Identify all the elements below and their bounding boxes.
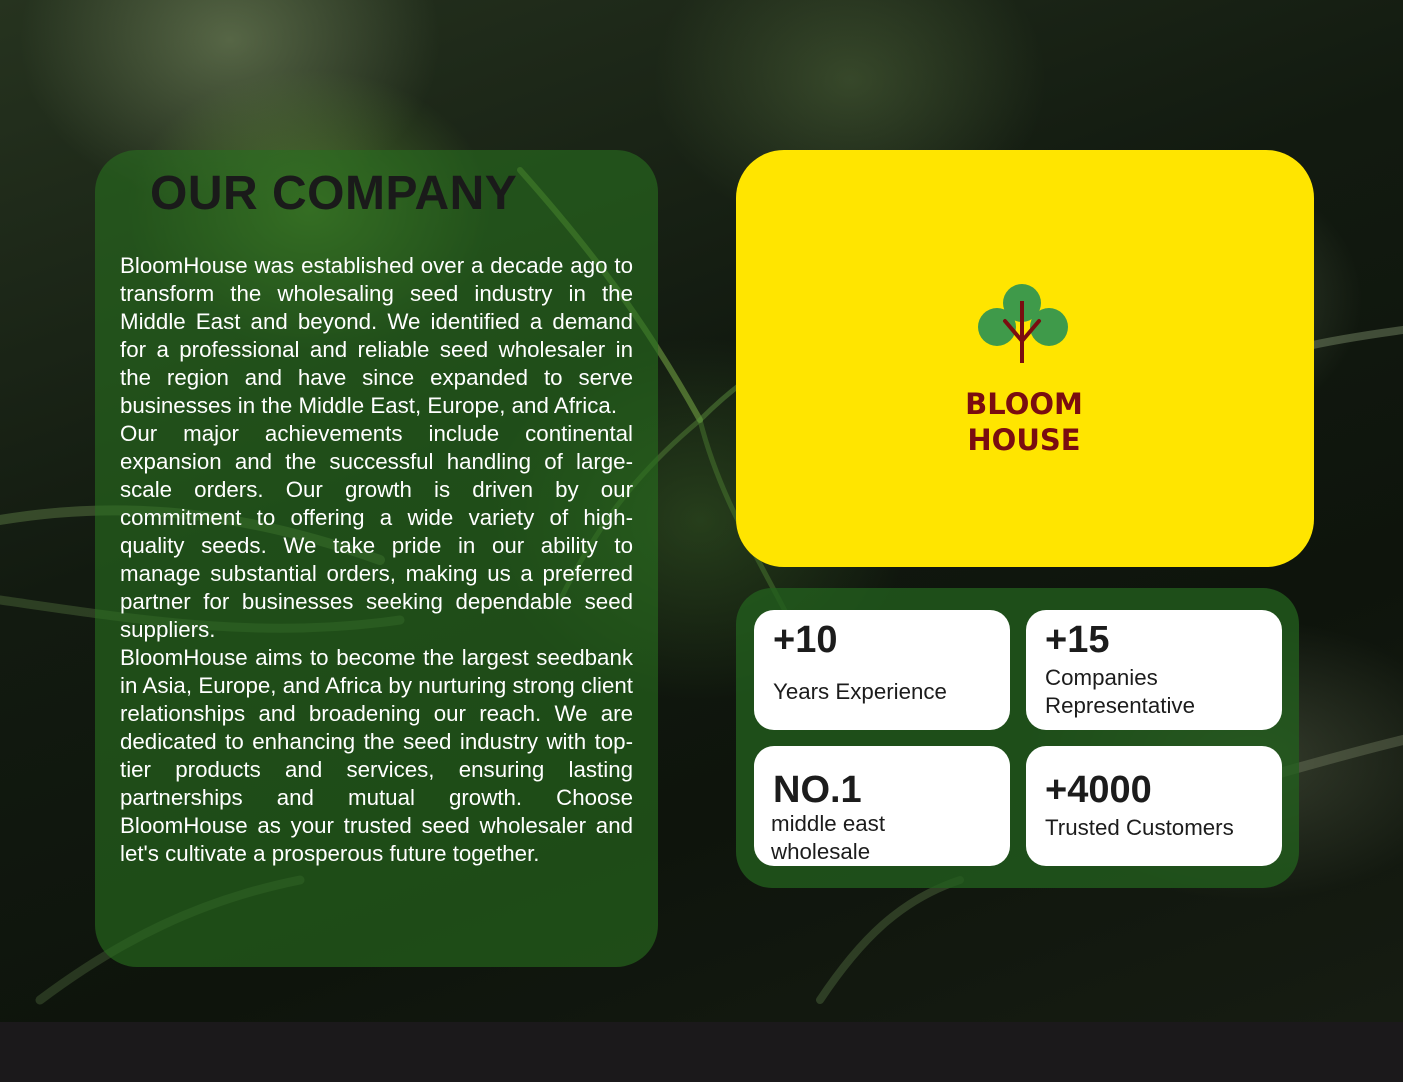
logo-wordmark: BLOOM HOUSE bbox=[924, 386, 1124, 458]
stat-label: Years Experience bbox=[773, 679, 947, 704]
stat-value: NO.1 bbox=[773, 769, 862, 811]
logo-line: BLOOM bbox=[965, 387, 1083, 421]
stat-label: Companies Representative bbox=[1045, 665, 1195, 718]
company-paragraph: BloomHouse was established over a decade… bbox=[120, 253, 633, 418]
company-paragraph: BloomHouse aims to become the largest se… bbox=[120, 645, 633, 866]
company-title: OUR COMPANY bbox=[150, 167, 518, 220]
company-paragraph: Our major achievements include continent… bbox=[120, 421, 633, 642]
stat-card-companies: +15 Companies Representative bbox=[1026, 610, 1282, 730]
stat-label: Trusted Customers bbox=[1045, 815, 1234, 840]
logo-line: HOUSE bbox=[967, 423, 1081, 457]
tree-icon bbox=[978, 284, 1068, 363]
stat-card-customers: +4000 Trusted Customers bbox=[1026, 746, 1282, 866]
stat-card-experience: +10 Years Experience bbox=[754, 610, 1010, 730]
stat-label: middle east wholesale bbox=[771, 811, 886, 864]
footer-bar bbox=[0, 1022, 1403, 1082]
stat-value: +10 bbox=[773, 619, 838, 661]
stat-value: +15 bbox=[1045, 619, 1110, 661]
stat-card-rank: NO.1 middle east wholesale bbox=[754, 746, 1010, 866]
company-description: BloomHouse was established over a decade… bbox=[120, 252, 633, 868]
stat-value: +4000 bbox=[1045, 769, 1152, 811]
